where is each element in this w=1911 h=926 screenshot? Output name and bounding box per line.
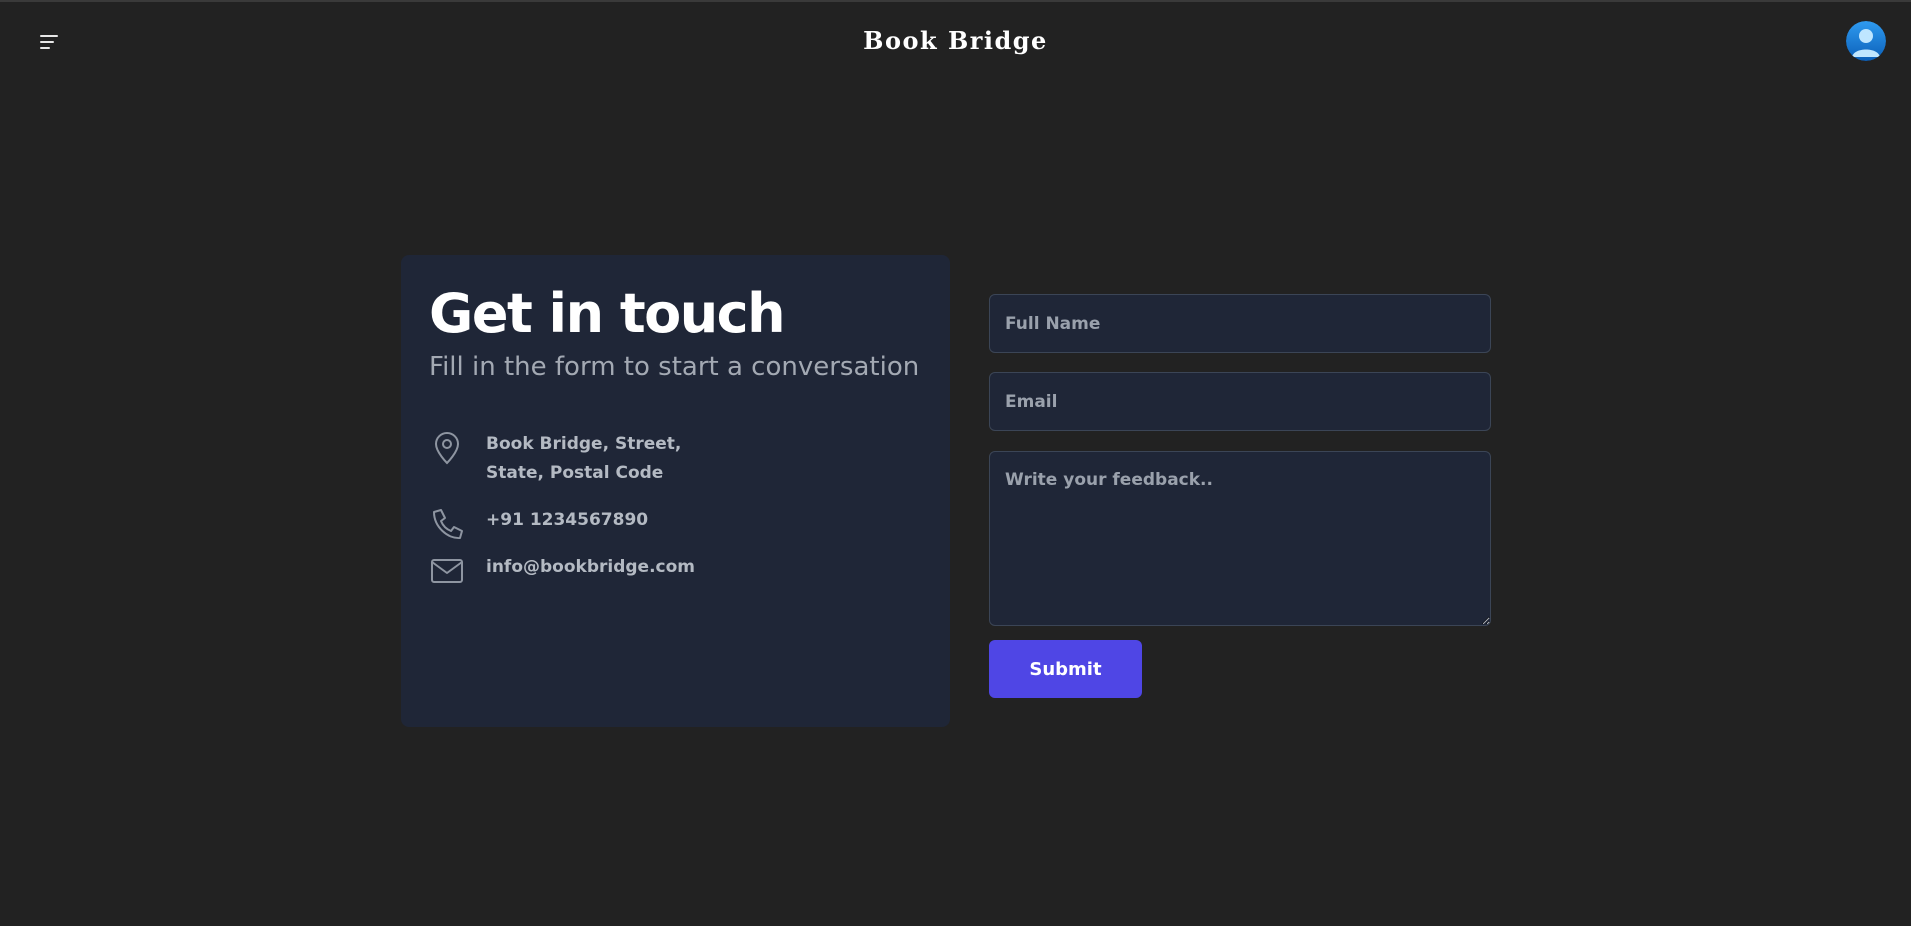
user-avatar-icon[interactable] [1846, 21, 1886, 61]
email-row: info@bookbridge.com [429, 553, 695, 589]
brand-title: Book Bridge [863, 26, 1048, 55]
address-line-2: State, Postal Code [486, 463, 664, 483]
submit-button[interactable]: Submit [989, 640, 1142, 698]
menu-line [40, 47, 50, 49]
email-address[interactable]: info@bookbridge.com [486, 553, 695, 582]
menu-button[interactable] [40, 30, 66, 54]
phone-icon [429, 506, 465, 542]
contact-heading: Get in touch [429, 282, 786, 345]
menu-line [40, 35, 58, 37]
top-bar: Book Bridge [0, 2, 1911, 82]
mail-icon [429, 553, 465, 589]
contact-info-card: Get in touch Book Bridge, Street, State,… [401, 255, 950, 727]
menu-line [40, 41, 54, 43]
address-row: Book Bridge, Street, State, Postal Code [429, 430, 681, 488]
feedback-textarea[interactable] [989, 451, 1491, 626]
phone-number: +91 1234567890 [486, 510, 649, 530]
address-line-1: Book Bridge, Street, [486, 434, 682, 454]
location-pin-icon [429, 430, 465, 466]
full-name-input[interactable] [989, 294, 1491, 353]
phone-row: +91 1234567890 [429, 506, 648, 542]
email-input[interactable] [989, 372, 1491, 431]
contact-page: Book Bridge Get in touch Book Bridge, St… [0, 0, 1911, 926]
contact-subtitle: Fill in the form to start a conversation [429, 352, 920, 382]
